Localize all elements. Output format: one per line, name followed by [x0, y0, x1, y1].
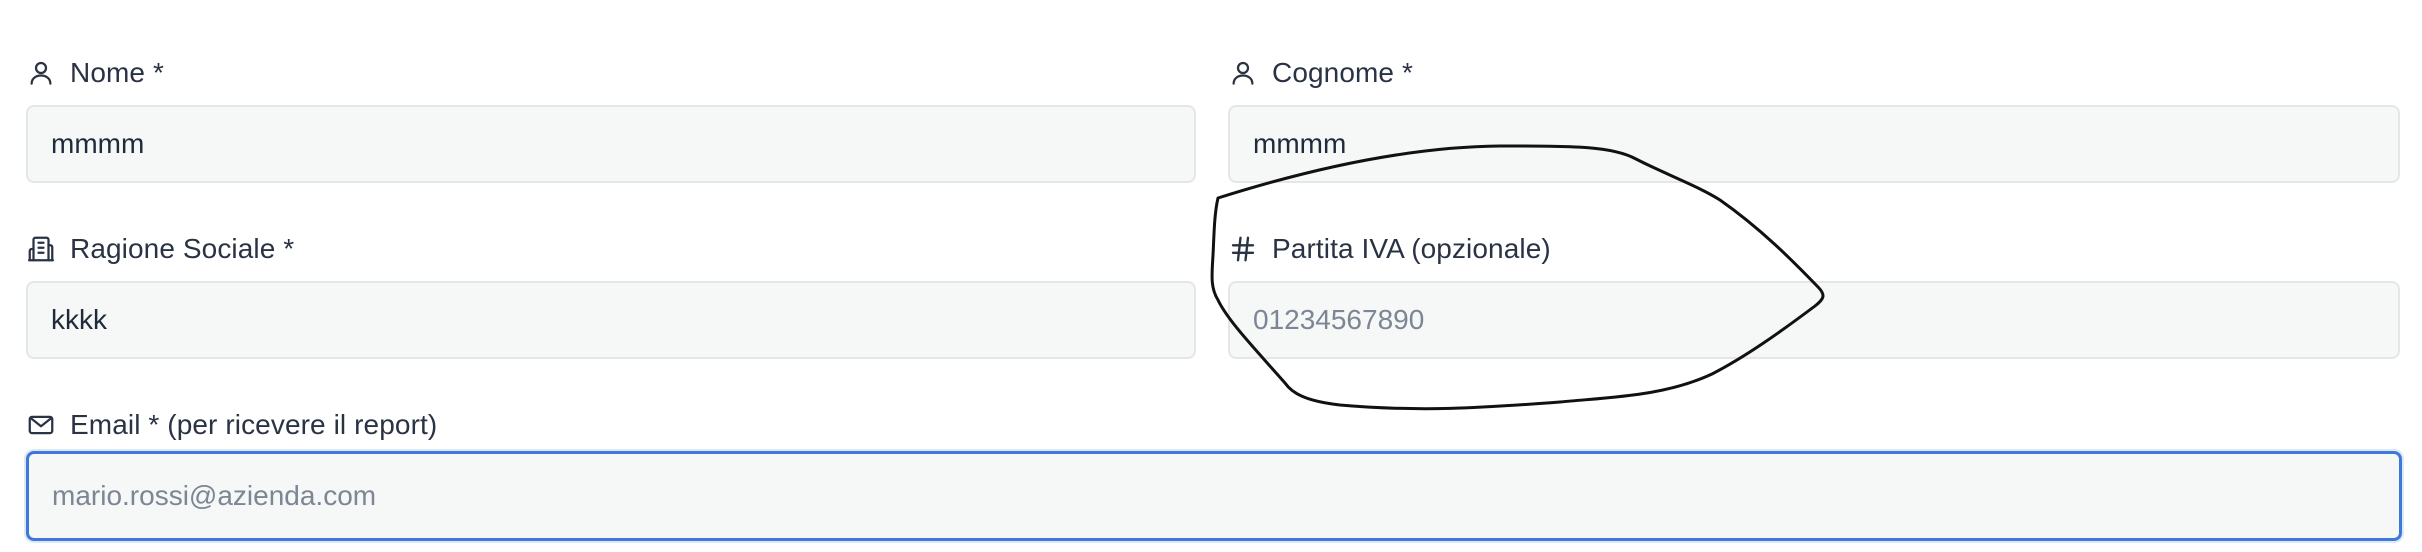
- email-input[interactable]: [29, 454, 2399, 538]
- field-cognome: Cognome *: [1228, 53, 2400, 183]
- nome-input-box: [26, 105, 1196, 183]
- ragione-sociale-label-row: Ragione Sociale *: [26, 229, 294, 269]
- partita-iva-input-box: [1228, 281, 2400, 359]
- cognome-label: Cognome *: [1272, 57, 1413, 88]
- ragione-sociale-label: Ragione Sociale *: [70, 233, 295, 264]
- clipped-top-text: [1111, 0, 1751, 6]
- field-email: Email * (per ricevere il report): [26, 405, 2402, 545]
- mail-icon: [26, 410, 56, 440]
- registration-form: Nome * Cognome *: [26, 0, 2402, 552]
- email-label-row: Email * (per ricevere il report): [26, 405, 437, 445]
- field-ragione-sociale: Ragione Sociale *: [26, 229, 1196, 359]
- nome-input[interactable]: [28, 107, 1194, 181]
- email-input-box: [26, 451, 2402, 541]
- nome-label: Nome *: [70, 57, 164, 88]
- partita-iva-label-row: Partita IVA (opzionale): [1228, 229, 1551, 269]
- building-icon: [26, 234, 56, 264]
- user-icon: [26, 58, 56, 88]
- nome-label-row: Nome *: [26, 53, 164, 93]
- hash-icon: [1228, 234, 1258, 264]
- partita-iva-label: Partita IVA (opzionale): [1272, 233, 1551, 264]
- ragione-sociale-input-box: [26, 281, 1196, 359]
- ragione-sociale-input[interactable]: [28, 283, 1194, 357]
- email-label: Email * (per ricevere il report): [70, 409, 438, 440]
- cognome-label-row: Cognome *: [1228, 53, 1413, 93]
- cognome-input[interactable]: [1230, 107, 2398, 181]
- field-partita-iva: Partita IVA (opzionale): [1228, 229, 2400, 359]
- user-icon: [1228, 58, 1258, 88]
- cognome-input-box: [1228, 105, 2400, 183]
- field-nome: Nome *: [26, 53, 1196, 183]
- partita-iva-input[interactable]: [1230, 283, 2398, 357]
